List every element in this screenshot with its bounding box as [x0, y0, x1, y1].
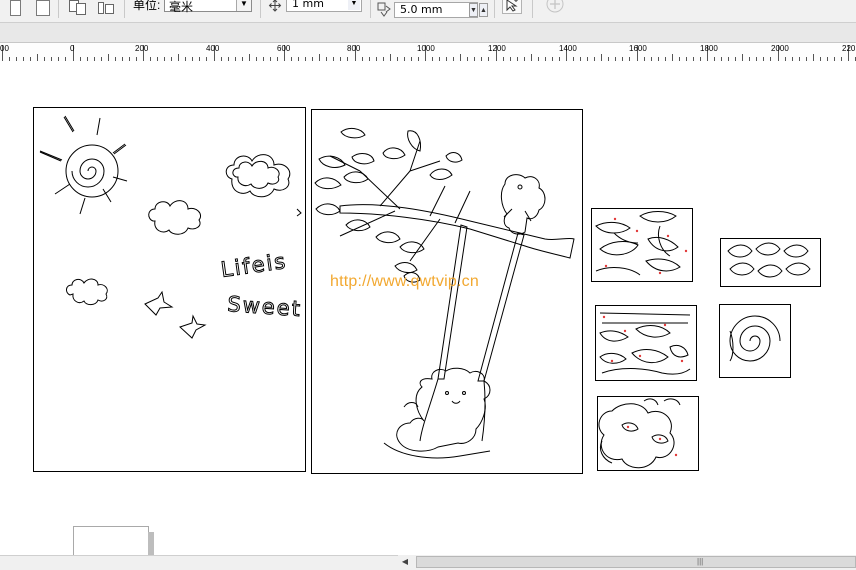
chevron-down-icon[interactable]: ▼ — [236, 0, 251, 11]
page-tab-shadow — [148, 532, 154, 556]
chevron-down-icon[interactable]: ▼ — [348, 0, 360, 10]
bird-drawing — [144, 290, 174, 316]
duplicate-distance-field[interactable]: 5.0 mm — [394, 2, 478, 18]
units-value: 毫米 — [169, 0, 194, 14]
cloud-drawing — [225, 154, 291, 198]
spiral-part — [729, 315, 781, 362]
horizontal-ruler[interactable]: 00 0 200 400 600 800 1000 1200 1400 1600… — [0, 42, 856, 62]
nudge-distance-value: 1 mm — [292, 0, 324, 10]
panel-middle-frame — [311, 109, 583, 474]
cloud-drawing — [66, 278, 108, 306]
grip-icon: ||| — [697, 557, 704, 566]
watermark-url: http://www.qwtvip.cn — [330, 273, 479, 290]
units-dropdown[interactable]: 毫米 ▼ — [164, 0, 252, 14]
page-tab[interactable] — [73, 526, 149, 557]
ruler-label: 1600 — [629, 44, 647, 53]
leaf-drawing — [314, 127, 463, 283]
ruler-label: 1800 — [700, 44, 718, 53]
toolbar-separator — [124, 0, 125, 18]
all-pages-icon[interactable] — [68, 0, 88, 15]
ruler-label: 1000 — [417, 44, 435, 53]
part-number-markers — [602, 217, 688, 457]
toolbar-separator — [260, 0, 261, 18]
parts-sheet-shapes — [595, 211, 681, 276]
landscape-page-icon[interactable] — [36, 0, 50, 16]
property-bar: 单位: 毫米 ▼ 1 mm ▼ 5.0 mm ▼ ▲ — [0, 0, 856, 23]
nudge-icon — [268, 0, 282, 12]
ruler-label: 2000 — [771, 44, 789, 53]
toolbar-separator — [494, 0, 495, 18]
snap-icon — [506, 0, 518, 12]
add-icon[interactable] — [546, 0, 564, 13]
portrait-page-icon[interactable] — [10, 0, 21, 16]
toolbar-separator — [58, 0, 59, 18]
ruler-band — [0, 23, 856, 42]
swing-drawing — [419, 224, 525, 442]
scroll-left-button[interactable]: ◀ — [398, 556, 412, 568]
horizontal-scrollbar[interactable]: ◀ ||| — [398, 555, 856, 569]
nudge-distance-field[interactable]: 1 mm ▼ — [286, 0, 362, 12]
duplicate-distance-value: 5.0 mm — [400, 3, 443, 16]
sun-drawing — [39, 115, 128, 215]
bird-drawing — [179, 314, 207, 339]
leaf-fragment — [296, 208, 302, 217]
ruler-label: 0 — [70, 44, 75, 53]
ruler-label: 220 — [842, 44, 856, 53]
duplicate-distance-icon — [377, 2, 391, 17]
scroll-thumb[interactable]: ||| — [416, 556, 856, 568]
ruler-label: 600 — [277, 44, 291, 53]
ruler-label: 1200 — [488, 44, 506, 53]
canvas-text-sweet: Sweet — [227, 292, 303, 321]
snap-objects-button[interactable] — [502, 0, 522, 14]
units-label: 单位: — [133, 0, 161, 12]
drawing-canvas[interactable]: Lifeis Sweet http://www.qwtvip.cn — [0, 61, 856, 555]
toolbar-separator — [370, 0, 371, 18]
canvas-text-life: Lifeis — [219, 249, 288, 282]
ruler-label: 1400 — [559, 44, 577, 53]
artwork: Lifeis Sweet — [33, 107, 821, 474]
cloud-drawing — [148, 200, 202, 235]
bear-on-branch-drawing — [500, 174, 546, 235]
ruler-label: 200 — [135, 44, 149, 53]
parts-sheet-shapes — [599, 312, 691, 375]
current-page-icon[interactable] — [97, 0, 117, 14]
spin-down-button[interactable]: ▼ — [469, 3, 478, 17]
ruler-label: 00 — [0, 44, 9, 53]
tree-branch-drawing — [329, 140, 575, 262]
parts-sheet-shapes — [598, 398, 681, 469]
ruler-label: 400 — [206, 44, 220, 53]
spin-up-button[interactable]: ▲ — [479, 3, 488, 17]
toolbar-separator — [532, 0, 533, 18]
ruler-label: 800 — [347, 44, 361, 53]
leaf-parts — [727, 242, 811, 278]
